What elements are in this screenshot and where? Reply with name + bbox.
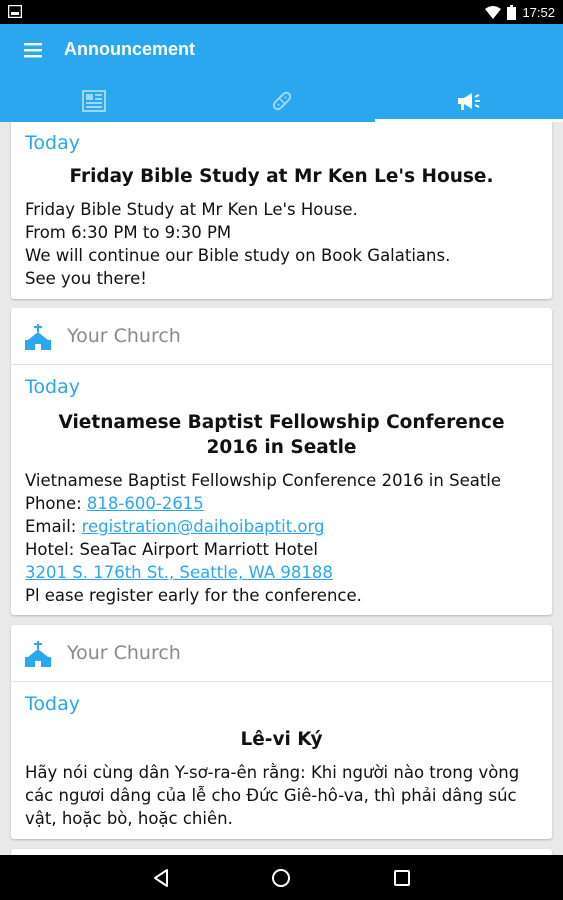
- card-header: Your Church: [11, 625, 552, 682]
- back-button[interactable]: [148, 865, 174, 891]
- page-title: Announcement: [64, 39, 196, 59]
- post-title: Vietnamese Baptist Fellowship Conference…: [58, 412, 505, 458]
- post-body: Hãy nói cùng dân Y-sơ-ra-ên rằng: Khi ng…: [25, 763, 520, 828]
- email-link[interactable]: registration@daihoibaptit.org: [82, 517, 325, 536]
- announcement-card[interactable]: Your Church Today Lê-vi Ký Hãy nói cùng …: [11, 625, 552, 839]
- church-name: Your Church: [67, 642, 181, 664]
- post-date: Today: [25, 693, 80, 715]
- home-icon: [272, 869, 290, 887]
- status-bar: 17:52: [0, 0, 563, 24]
- announcement-list[interactable]: Today Friday Bible Study at Mr Ken Le's …: [0, 122, 563, 855]
- menu-icon[interactable]: [24, 42, 44, 58]
- tab-bar: [0, 80, 563, 122]
- post-title: Lê-vi Ký: [240, 729, 323, 750]
- bandage-icon: [272, 91, 291, 111]
- tab-prayer[interactable]: [188, 80, 376, 122]
- screenshot-notification-icon: [8, 5, 22, 18]
- post-date: Today: [25, 132, 80, 154]
- post-body: Friday Bible Study at Mr Ken Le's House.…: [25, 200, 451, 288]
- app-bar: Announcement: [0, 24, 563, 122]
- system-navigation-bar: [0, 855, 563, 900]
- news-icon: [81, 90, 106, 112]
- recents-button[interactable]: [389, 865, 415, 891]
- post-date: Today: [25, 376, 80, 398]
- post-body: Vietnamese Baptist Fellowship Conference…: [25, 471, 502, 605]
- announcement-card[interactable]: Your Church Today Vietnamese Baptist Fel…: [11, 308, 552, 615]
- megaphone-icon: [458, 93, 481, 110]
- address-link[interactable]: 3201 S. 176th St., Seattle, WA 98188: [25, 563, 333, 582]
- church-name: Your Church: [67, 325, 181, 347]
- church-icon: [25, 324, 51, 350]
- card-header: Your Church: [11, 308, 552, 365]
- back-icon: [154, 869, 168, 887]
- tab-announcement[interactable]: [375, 80, 563, 122]
- post-title: Friday Bible Study at Mr Ken Le's House.: [69, 166, 494, 187]
- announcement-card[interactable]: Today Friday Bible Study at Mr Ken Le's …: [11, 122, 552, 299]
- recents-icon: [394, 870, 410, 886]
- church-icon: [25, 641, 51, 667]
- status-time: 17:52: [522, 4, 555, 20]
- battery-icon: [507, 4, 517, 20]
- tab-news[interactable]: [0, 80, 188, 122]
- home-button[interactable]: [268, 865, 294, 891]
- phone-link[interactable]: 818-600-2615: [87, 494, 204, 513]
- wifi-icon: [485, 5, 502, 19]
